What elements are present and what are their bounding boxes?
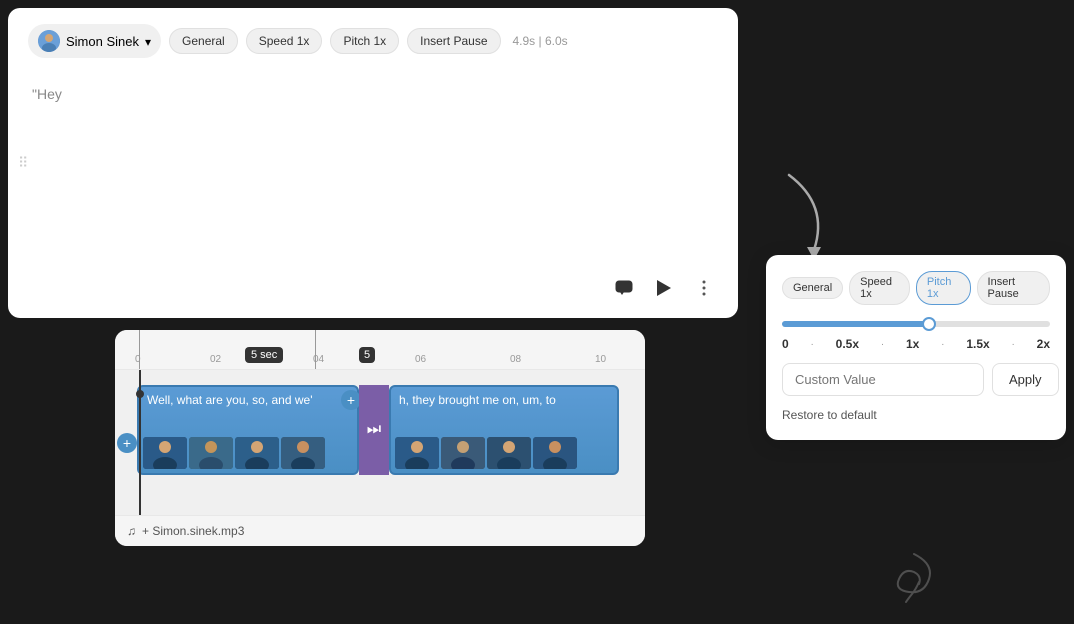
toolbar: Simon Sinek General Speed 1x Pitch 1x In…: [28, 24, 718, 58]
avatar: [38, 30, 60, 52]
speaker-name: Simon Sinek: [66, 34, 139, 49]
ruler-mark-0: 0: [135, 354, 141, 365]
text-content[interactable]: "Hey: [28, 78, 718, 110]
add-clip-middle-button[interactable]: +: [341, 390, 361, 410]
add-clip-left-button[interactable]: +: [117, 433, 137, 453]
general-tag[interactable]: General: [169, 28, 238, 54]
label-15: 1.5x: [966, 337, 989, 351]
ctrl-pitch-tag[interactable]: Pitch 1x: [916, 271, 971, 305]
clip-2-text: h, they brought me on, um, to: [391, 387, 617, 413]
custom-value-input[interactable]: [782, 363, 984, 396]
decorative-scribble: [884, 544, 944, 604]
pitch-tag[interactable]: Pitch 1x: [330, 28, 399, 54]
timeline-footer: ♫ + Simon.sinek.mp3: [115, 515, 645, 546]
thumbnail: [235, 437, 279, 469]
audio-file-label: + Simon.sinek.mp3: [142, 524, 244, 538]
apply-button[interactable]: Apply: [992, 363, 1059, 396]
thumbnail: [487, 437, 531, 469]
more-options-icon[interactable]: [690, 274, 718, 302]
speaker-button[interactable]: Simon Sinek: [28, 24, 161, 58]
ctrl-general-tag[interactable]: General: [782, 277, 843, 299]
clip-2[interactable]: h, they brought me on, um, to: [389, 385, 619, 475]
clip-2-thumbnails: [391, 437, 617, 473]
thumbnail: [395, 437, 439, 469]
restore-default-link[interactable]: Restore to default: [782, 408, 877, 422]
thumbnail: [441, 437, 485, 469]
chevron-down-icon: [145, 34, 151, 49]
ruler-mark-04: 04: [313, 354, 324, 365]
bottom-actions: [610, 274, 718, 302]
playhead-head: [136, 390, 144, 398]
clip-1-thumbnails: [139, 437, 357, 473]
speed-tag[interactable]: Speed 1x: [246, 28, 323, 54]
controls-toolbar: General Speed 1x Pitch 1x Insert Pause: [782, 271, 1050, 305]
label-05: 0.5x: [836, 337, 859, 351]
label-2: 2x: [1037, 337, 1050, 351]
ruler-mark-06: 06: [415, 354, 426, 365]
drag-handle[interactable]: ⠿: [18, 155, 28, 172]
music-icon: ♫: [127, 524, 136, 538]
comment-icon[interactable]: [610, 274, 638, 302]
timeline-tracks: + Well, what are you, so, and we': [115, 370, 645, 515]
play-icon[interactable]: [650, 274, 678, 302]
label-1: 1x: [906, 337, 919, 351]
thumbnail: [533, 437, 577, 469]
label-0: 0: [782, 337, 789, 351]
pitch-slider-fill: [782, 321, 929, 327]
thumbnail: [281, 437, 325, 469]
thumbnail: [189, 437, 233, 469]
ruler-mark-02: 02: [210, 354, 221, 365]
pitch-controls-popup: General Speed 1x Pitch 1x Insert Pause 0…: [766, 255, 1066, 440]
playhead[interactable]: [139, 370, 141, 515]
ruler-mark-08: 08: [510, 354, 521, 365]
ctrl-insert-pause-tag[interactable]: Insert Pause: [977, 271, 1050, 305]
curved-arrow: [769, 160, 849, 270]
input-row: Apply: [782, 363, 1050, 396]
clip-1-text: Well, what are you, so, and we': [139, 387, 357, 413]
cut-icon: ⏭: [367, 421, 381, 439]
timing-label: 4.9s | 6.0s: [513, 34, 568, 48]
insert-pause-tag[interactable]: Insert Pause: [407, 28, 500, 54]
time-label: 5 sec: [245, 347, 283, 363]
clip-1[interactable]: Well, what are you, so, and we': [137, 385, 359, 475]
ruler-mark-5: 5: [359, 347, 375, 363]
ctrl-speed-tag[interactable]: Speed 1x: [849, 271, 910, 305]
ruler-mark-10: 10: [595, 354, 606, 365]
thumbnail: [143, 437, 187, 469]
pitch-slider-track[interactable]: [782, 321, 1050, 327]
cut-indicator[interactable]: ⏭: [359, 385, 389, 475]
text-editor-card: ⠿ Simon Sinek General Speed 1x Pitch 1x …: [8, 8, 738, 318]
timeline-card: 0 02 5 sec 04 5 06 08 10 + Well, what ar…: [115, 330, 645, 546]
pitch-slider-thumb[interactable]: [922, 317, 936, 331]
pitch-slider-container: 0 · 0.5x · 1x · 1.5x · 2x: [782, 321, 1050, 351]
timeline-ruler: 0 02 5 sec 04 5 06 08 10: [115, 330, 645, 370]
slider-labels: 0 · 0.5x · 1x · 1.5x · 2x: [782, 337, 1050, 351]
